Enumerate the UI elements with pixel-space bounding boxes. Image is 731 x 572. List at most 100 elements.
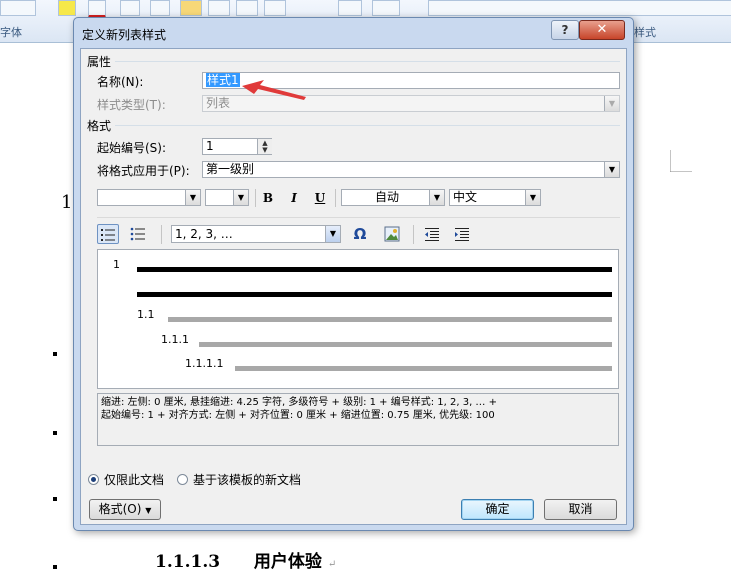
chevron-down-icon: ▼ [145,506,152,515]
ribbon-group-styles-label: 样式 [634,26,656,39]
font-color-select[interactable]: 自动 ▼ [341,189,445,206]
ribbon-button[interactable] [338,0,362,16]
description-line: 缩进: 左侧: 0 厘米, 悬挂缩进: 4.25 字符, 多级符号 + 级别: … [101,397,497,408]
spin-down-button[interactable]: ▼ [257,147,272,154]
document-heading: 1.1.1.3 用户体验 ↵ [155,552,337,572]
preview-level1-line [137,292,612,297]
style-description: 缩进: 左侧: 0 厘米, 悬挂缩进: 4.25 字符, 多级符号 + 级别: … [97,393,619,446]
chevron-down-icon: ▼ [604,96,619,111]
font-size-select[interactable]: ▼ [205,189,249,206]
font-name-select[interactable]: ▼ [97,189,201,206]
start-at-value: 1 [206,139,214,153]
underline-button[interactable]: U [309,188,331,208]
styles-gallery[interactable] [428,0,731,16]
preview-level4-line [235,366,612,371]
number-style-select[interactable]: 1, 2, 3, … ▼ [171,225,341,243]
italic-button[interactable]: I [283,188,305,208]
ribbon-group-font-label: 字体 [0,26,22,39]
dialog-titlebar[interactable]: 定义新列表样式 ? ✕ [74,18,633,48]
only-this-document-label[interactable]: 仅限此文档 [104,471,164,488]
section-divider [97,217,620,218]
numbered-list-icon [101,229,115,241]
bulleted-list-icon [130,227,145,241]
preview-level3-number: 1.1.1 [161,333,189,346]
decrease-indent-icon [425,228,439,241]
name-input-value: 样式1 [206,73,240,87]
annotation-arrow-icon [242,80,306,100]
properties-section-label: 属性 [87,55,112,69]
format-section-label: 格式 [87,119,112,133]
list-bullet [53,497,57,501]
number-style-value: 1, 2, 3, … [175,227,233,241]
chevron-down-icon: ▼ [325,226,340,242]
toolbar-separator [335,189,336,207]
increase-indent-icon [455,228,469,241]
font-color-button[interactable] [88,0,106,18]
format-menu-button[interactable]: 格式(O) ▼ [89,499,161,520]
increase-indent-button[interactable] [451,224,473,244]
bulleted-list-button[interactable] [127,224,149,244]
font-color-value: 自动 [374,190,399,204]
ribbon-button[interactable] [0,0,36,16]
decrease-indent-button[interactable] [421,224,443,244]
format-menu-label: 格式(O) [98,502,142,516]
dialog-body: 属性 名称(N): 样式1 样式类型(T): 列表 ▼ 格式 起始编号(S): … [80,48,627,525]
document-number: 1 [61,192,73,213]
ribbon-button[interactable] [264,0,286,16]
ribbon-button[interactable] [372,0,400,16]
picture-icon [384,226,400,242]
heading-text: 用户体验 [253,552,322,572]
insert-symbol-button[interactable]: Ω [349,224,371,244]
chevron-down-icon: ▼ [185,190,200,205]
new-documents-template-label[interactable]: 基于该模板的新文档 [193,471,301,488]
only-this-document-radio[interactable] [88,474,99,485]
chevron-down-icon: ▼ [525,190,540,205]
apply-to-value: 第一级别 [206,162,255,176]
insert-picture-button[interactable] [381,224,403,244]
close-button[interactable]: ✕ [579,20,625,40]
script-value: 中文 [453,190,478,204]
list-bullet [53,352,57,356]
page-corner-mark [670,150,692,172]
help-button[interactable]: ? [551,20,579,40]
preview-level4-number: 1.1.1.1 [185,357,224,370]
section-divider [115,125,620,126]
chevron-down-icon: ▼ [604,162,619,177]
heading-number: 1.1.1.3 [155,552,221,572]
align-left-button[interactable] [180,0,202,16]
script-select[interactable]: 中文 ▼ [449,189,541,206]
chevron-down-icon: ▼ [429,190,444,205]
style-type-label: 样式类型(T): [97,98,166,112]
list-bullet [53,431,57,435]
preview-level1-line [137,267,612,272]
cancel-button[interactable]: 取消 [544,499,617,520]
preview-level3-line [199,342,612,347]
description-line: 起始编号: 1 + 对齐方式: 左侧 + 对齐位置: 0 厘米 + 缩进位置: … [101,410,495,421]
preview-level1-number: 1 [113,258,120,271]
toolbar-separator [161,225,162,244]
name-label: 名称(N): [97,75,144,89]
start-at-label: 起始编号(S): [97,141,167,155]
toolbar-separator [413,225,414,244]
ok-button[interactable]: 确定 [461,499,534,520]
highlight-button[interactable] [58,0,76,16]
apply-to-select[interactable]: 第一级别 ▼ [202,161,620,178]
style-type-value: 列表 [206,96,231,110]
section-divider [115,61,620,62]
ribbon-button[interactable] [150,0,170,16]
ribbon-button[interactable] [208,0,230,16]
dialog-title: 定义新列表样式 [82,28,167,42]
toolbar-separator [255,189,256,207]
ribbon-button[interactable] [236,0,258,16]
bold-button[interactable]: B [257,188,279,208]
new-documents-template-radio[interactable] [177,474,188,485]
list-preview: 1 1.1 1.1.1 1.1.1.1 [97,249,619,389]
list-bullet [53,565,57,569]
chevron-down-icon: ▼ [233,190,248,205]
preview-level2-number: 1.1 [137,308,155,321]
numbered-list-button[interactable] [97,224,119,244]
apply-to-label: 将格式应用于(P): [97,164,190,178]
define-list-style-dialog: 定义新列表样式 ? ✕ 属性 名称(N): 样式1 样式类型(T): 列表 ▼ … [73,17,634,531]
ribbon-button[interactable] [120,0,140,16]
preview-level2-line [168,317,612,322]
